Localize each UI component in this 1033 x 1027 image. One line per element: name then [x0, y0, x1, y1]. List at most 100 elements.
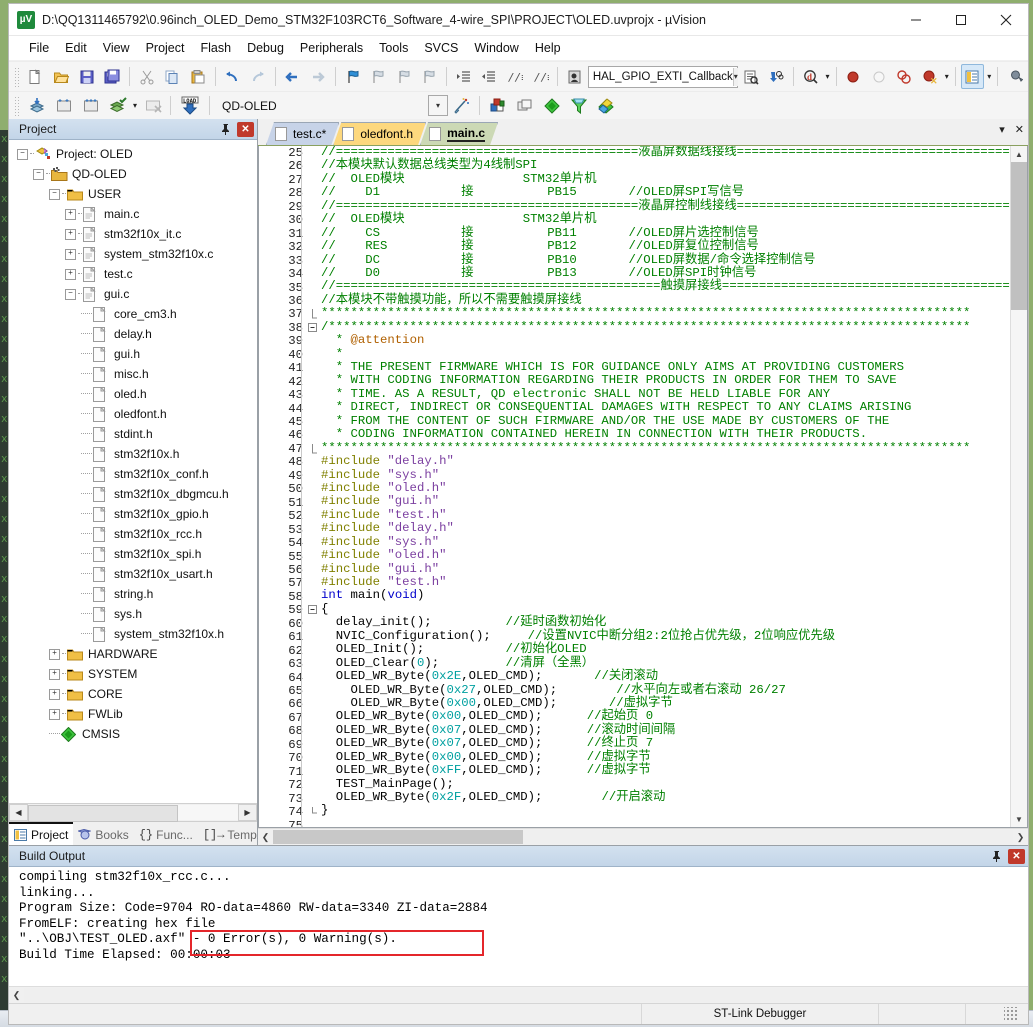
code-line[interactable]: #include "oled.h": [321, 481, 1010, 495]
tree-item-stm32f10x-dbgmcu-h[interactable]: stm32f10x_dbgmcu.h: [9, 484, 257, 504]
menu-peripherals[interactable]: Peripherals: [292, 38, 371, 58]
vscroll-thumb[interactable]: [1011, 162, 1027, 310]
tree-item-project-oled[interactable]: − Project: OLED: [9, 144, 257, 164]
tree-item-misc-h[interactable]: misc.h: [9, 364, 257, 384]
download-load-icon[interactable]: LOAD: [176, 93, 204, 118]
fold-end-bracket-icon[interactable]: [308, 443, 318, 456]
tree-item-stm32f10x-h[interactable]: stm32f10x.h: [9, 444, 257, 464]
code-line[interactable]: * DIRECT, INDIRECT OR CONSEQUENTIAL DAMA…: [321, 401, 1010, 414]
editor-tab-oledfont-h[interactable]: oledfont.h: [333, 122, 426, 145]
code-line[interactable]: #include "delay.h": [321, 454, 1010, 468]
resize-grip-icon[interactable]: [1004, 1007, 1018, 1021]
bo-hscroll-track[interactable]: [24, 988, 1028, 1002]
close-panel-icon[interactable]: ✕: [1008, 848, 1025, 864]
bo-hscroll-left-arrow-icon[interactable]: ❮: [9, 990, 24, 1001]
hscroll-right-arrow-icon[interactable]: ❯: [1013, 832, 1028, 843]
kill-breakpoint-icon[interactable]: [867, 64, 891, 89]
batch-build-icon[interactable]: [105, 93, 130, 118]
open-file-icon[interactable]: [49, 64, 73, 89]
tree-item-stdint-h[interactable]: stdint.h: [9, 424, 257, 444]
collapse-icon[interactable]: −: [33, 168, 44, 180]
code-line[interactable]: OLED_WR_Byte(0x27,OLED_CMD); //水平向左或者右滚动…: [321, 683, 1010, 697]
code-line[interactable]: OLED_WR_Byte(0x2E,OLED_CMD); //关闭滚动: [321, 669, 1010, 683]
editor-horizontal-scrollbar[interactable]: ❮ ❯: [258, 828, 1028, 845]
disable-breakpoint-icon[interactable]: [893, 64, 917, 89]
manage-run-time-env-icon[interactable]: [485, 93, 510, 118]
code-line[interactable]: #include "gui.h": [321, 495, 1010, 508]
function-combo[interactable]: HAL_GPIO_EXTI_Callback ▾: [587, 65, 738, 88]
tree-item-gui-c[interactable]: − gui.c: [9, 284, 257, 304]
debug-start-icon[interactable]: d: [799, 64, 823, 89]
code-line[interactable]: }: [321, 804, 1010, 817]
select-software-packs-icon[interactable]: [512, 93, 537, 118]
kill-all-breakpoints-icon[interactable]: ✕: [918, 64, 942, 89]
tab-functions[interactable]: {} Func...: [134, 824, 198, 845]
pin-icon[interactable]: [989, 848, 1005, 864]
code-line[interactable]: // D1 接 PB15 //OLED屏SPI写信号: [321, 186, 1010, 199]
minimize-button[interactable]: [893, 4, 938, 35]
tree-item-system-stm32f10x-h[interactable]: system_stm32f10x.h: [9, 624, 257, 644]
code-line[interactable]: #include "test.h": [321, 575, 1010, 589]
tree-item-main-c[interactable]: + main.c: [9, 204, 257, 224]
code-line[interactable]: OLED_WR_Byte(0xFF,OLED_CMD); //虚拟字节: [321, 763, 1010, 777]
code-line[interactable]: //本模块不带触摸功能，所以不需要触摸屏接线: [321, 293, 1010, 307]
stop-build-icon[interactable]: [140, 93, 165, 118]
tab-list-dropdown-icon[interactable]: ▾: [999, 123, 1005, 136]
tree-item-cmsis[interactable]: CMSIS: [9, 724, 257, 744]
editor-tab-test-c[interactable]: test.c*: [266, 122, 339, 145]
batch-build-caret[interactable]: ▾: [133, 101, 137, 110]
collapse-icon[interactable]: −: [49, 188, 60, 200]
bookmark-clear-icon[interactable]: [417, 64, 441, 89]
redo-icon[interactable]: [246, 64, 270, 89]
fold-end-brace-icon[interactable]: [308, 807, 318, 819]
breakpoint-dropdown-caret[interactable]: ▾: [945, 72, 949, 81]
insert-breakpoint-icon[interactable]: [841, 64, 865, 89]
menu-window[interactable]: Window: [466, 38, 526, 58]
tree-item-core[interactable]: + CORE: [9, 684, 257, 704]
code-line[interactable]: *: [321, 347, 1010, 361]
code-line[interactable]: // DC 接 PB10 //OLED屏数据/命令选择控制信号: [321, 253, 1010, 267]
code-line[interactable]: OLED_WR_Byte(0x00,OLED_CMD); //起始页 0: [321, 710, 1010, 723]
build-output-hscrollbar[interactable]: ❮: [9, 986, 1028, 1003]
maximize-button[interactable]: [938, 4, 983, 35]
code-line[interactable]: #include "oled.h": [321, 548, 1010, 562]
code-line[interactable]: OLED_Init(); //初始化OLED: [321, 642, 1010, 656]
save-all-icon[interactable]: [100, 64, 124, 89]
bookmark-prev-icon[interactable]: [366, 64, 390, 89]
code-line[interactable]: #include "sys.h": [321, 535, 1010, 549]
menu-svcs[interactable]: SVCS: [416, 38, 466, 58]
tree-item-stm32f10x-rcc-h[interactable]: stm32f10x_rcc.h: [9, 524, 257, 544]
tree-item-stm32f10x-spi-h[interactable]: stm32f10x_spi.h: [9, 544, 257, 564]
editor-tab-main-c[interactable]: main.c: [420, 122, 498, 145]
uncomment-block-icon[interactable]: //≢: [529, 64, 553, 89]
tree-item-oledfont-h[interactable]: oledfont.h: [9, 404, 257, 424]
code-line[interactable]: * WITH CODING INFORMATION REGARDING THEI…: [321, 374, 1010, 387]
build-output-text[interactable]: compiling stm32f10x_rcc.c... linking... …: [9, 867, 1028, 986]
target-combo[interactable]: QD-OLED ▾: [214, 95, 449, 116]
scroll-right-arrow-icon[interactable]: ▶: [238, 804, 257, 821]
comment-block-icon[interactable]: //≡: [503, 64, 527, 89]
fold-collapse-box-icon[interactable]: [308, 322, 318, 333]
menu-view[interactable]: View: [95, 38, 138, 58]
editor-hscroll-thumb[interactable]: [273, 830, 523, 844]
code-line[interactable]: //本模块默认数据总线类型为4线制SPI: [321, 159, 1010, 172]
fold-collapse-box-icon[interactable]: [308, 605, 318, 615]
options-wrench-icon[interactable]: [1003, 64, 1027, 89]
chevron-down-icon[interactable]: ▾: [732, 67, 738, 86]
code-line[interactable]: /***************************************…: [321, 320, 1010, 334]
hscroll-left-arrow-icon[interactable]: ❮: [258, 832, 273, 843]
code-line[interactable]: [321, 818, 1010, 827]
code-line[interactable]: * @attention: [321, 333, 1010, 347]
copy-icon[interactable]: [160, 64, 184, 89]
bookmark-toggle-icon[interactable]: [341, 64, 365, 89]
scroll-up-arrow-icon[interactable]: ▲: [1011, 146, 1027, 162]
goto-definition-icon[interactable]: [563, 64, 587, 89]
fold-margin[interactable]: [307, 146, 319, 827]
code-line[interactable]: #include "test.h": [321, 508, 1010, 522]
close-button[interactable]: [983, 4, 1028, 35]
code-line[interactable]: // RES 接 PB12 //OLED屏复位控制信号: [321, 239, 1010, 253]
expand-icon[interactable]: +: [49, 668, 60, 680]
bookmark-next-icon[interactable]: [392, 64, 416, 89]
tree-item-stm32f10x-usart-h[interactable]: stm32f10x_usart.h: [9, 564, 257, 584]
code-line[interactable]: #include "sys.h": [321, 468, 1010, 482]
